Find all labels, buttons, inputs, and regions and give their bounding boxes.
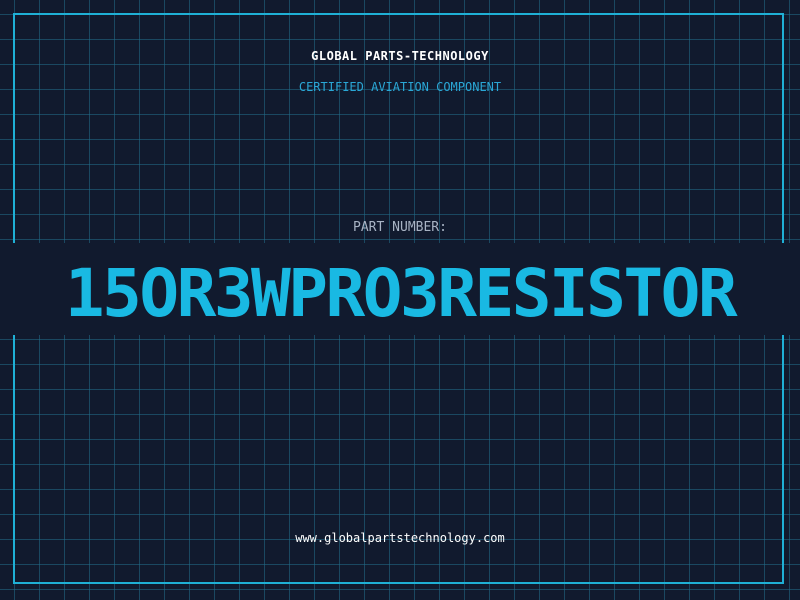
website-url: www.globalpartstechnology.com	[295, 531, 505, 545]
certification-subtitle: CERTIFIED AVIATION COMPONENT	[298, 80, 502, 94]
company-name: GLOBAL PARTS-TECHNOLOGY	[311, 49, 489, 63]
part-number-label: PART NUMBER:	[353, 220, 447, 235]
part-number-value: 15OR3WPRO3RESISTOR	[64, 255, 738, 332]
part-number-band: 15OR3WPRO3RESISTOR	[0, 243, 800, 335]
